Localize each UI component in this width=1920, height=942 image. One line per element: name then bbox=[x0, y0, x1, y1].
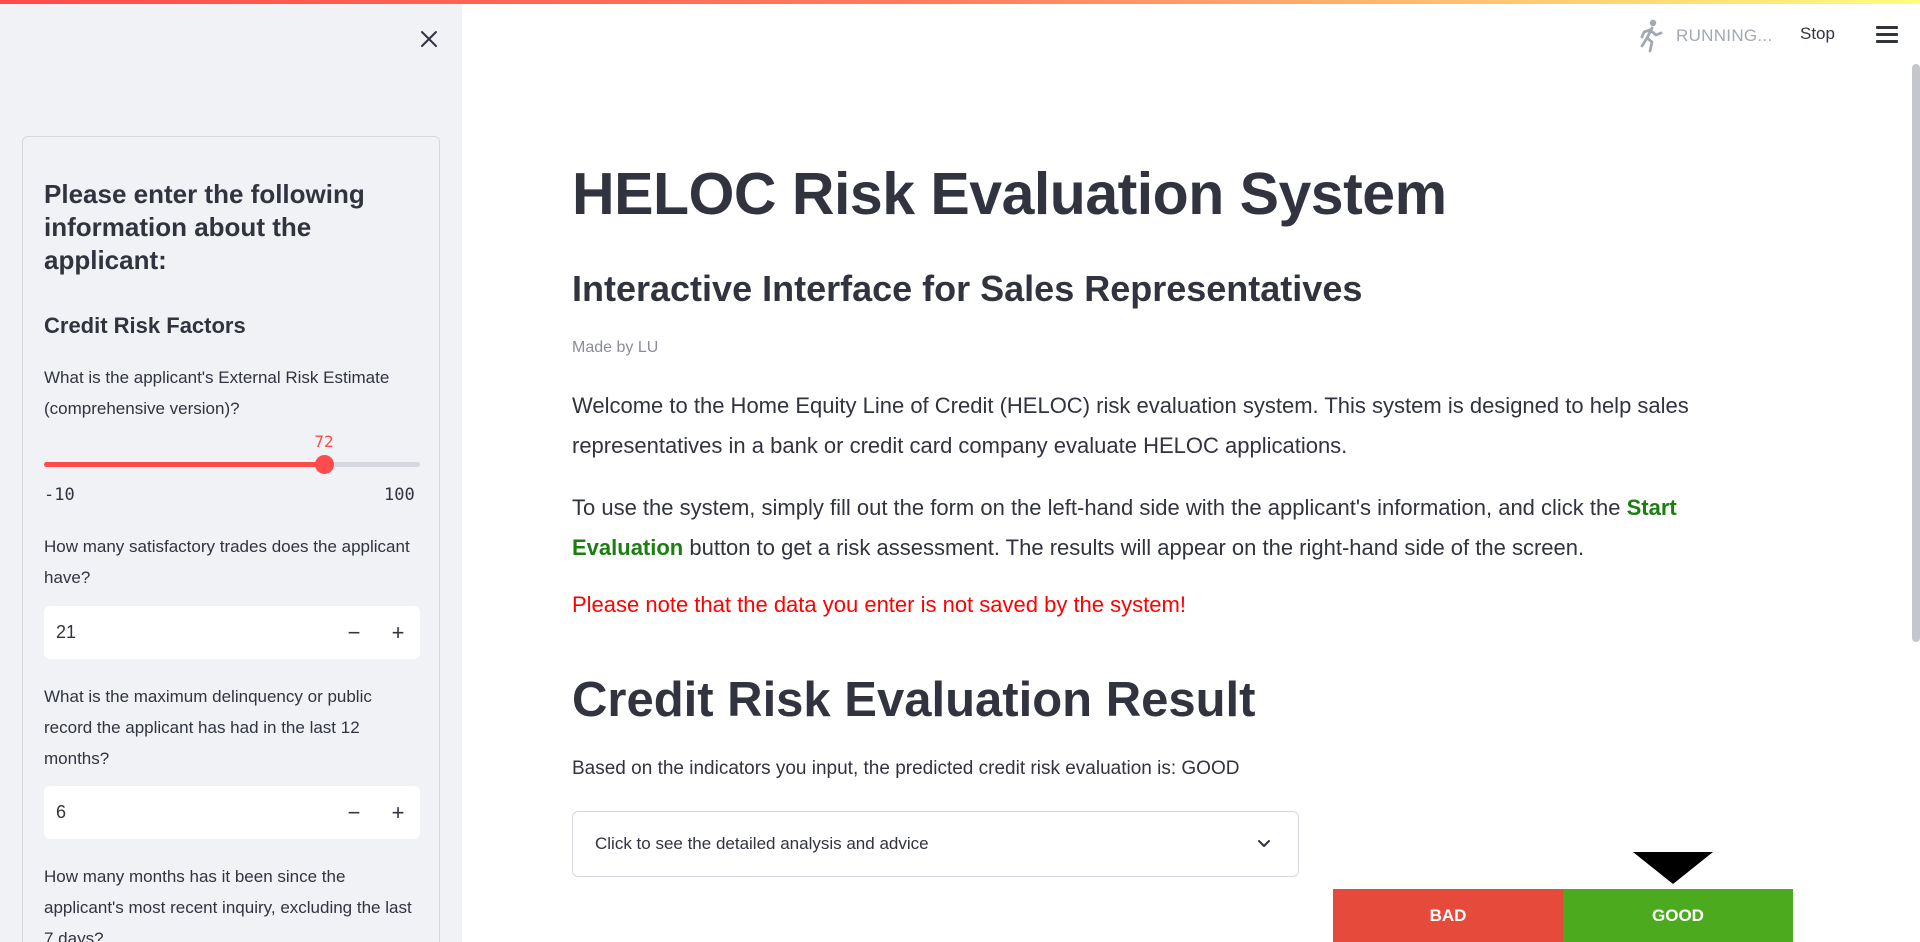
hamburger-icon-line bbox=[1876, 26, 1898, 29]
satisfactory-trades-label: How many satisfactory trades does the ap… bbox=[44, 537, 410, 587]
top-decoration-bar bbox=[0, 0, 1920, 4]
section-heading: Credit Risk Factors bbox=[44, 313, 246, 338]
sidebar-close-button[interactable] bbox=[414, 24, 444, 54]
slider-fill bbox=[44, 462, 324, 467]
risk-scale: BAD GOOD bbox=[1333, 889, 1793, 942]
analysis-expander[interactable]: Click to see the detailed analysis and a… bbox=[572, 811, 1299, 877]
decrement-button[interactable]: − bbox=[332, 786, 376, 839]
satisfactory-trades-stepper: − + bbox=[44, 606, 420, 659]
page-title: HELOC Risk Evaluation System bbox=[572, 161, 1447, 227]
form-heading: Please enter the following information a… bbox=[44, 179, 365, 275]
max-delinquency-stepper: − + bbox=[44, 786, 420, 839]
slider-value: 72 bbox=[314, 432, 334, 451]
intro-paragraph: Welcome to the Home Equity Line of Credi… bbox=[572, 393, 1689, 458]
increment-button[interactable]: + bbox=[376, 786, 420, 839]
sidebar: Please enter the following information a… bbox=[0, 0, 462, 942]
scrollbar[interactable] bbox=[1912, 64, 1920, 642]
result-text: Based on the indicators you input, the p… bbox=[572, 758, 1240, 779]
risk-indicator-pointer bbox=[1633, 852, 1713, 884]
slider-min-label: -10 bbox=[44, 485, 75, 505]
increment-button[interactable]: + bbox=[376, 606, 420, 659]
hamburger-icon-line bbox=[1876, 33, 1898, 36]
running-status: RUNNING... bbox=[1636, 18, 1773, 54]
satisfactory-trades-input[interactable] bbox=[56, 622, 256, 643]
risk-segment-bad: BAD bbox=[1333, 889, 1563, 942]
usage-text-after: button to get a risk assessment. The res… bbox=[683, 535, 1585, 560]
stop-button[interactable]: Stop bbox=[1800, 24, 1835, 44]
expander-label: Click to see the detailed analysis and a… bbox=[595, 834, 929, 853]
running-status-text: RUNNING... bbox=[1676, 26, 1773, 45]
decrement-button[interactable]: − bbox=[332, 606, 376, 659]
risk-segment-good: GOOD bbox=[1563, 889, 1793, 942]
author-caption: Made by LU bbox=[572, 339, 659, 356]
months-since-inquiry-label: How many months has it been since the ap… bbox=[44, 867, 412, 942]
usage-text-before: To use the system, simply fill out the f… bbox=[572, 495, 1627, 520]
result-heading: Credit Risk Evaluation Result bbox=[572, 673, 1256, 727]
max-delinquency-label: What is the maximum delinquency or publi… bbox=[44, 687, 372, 768]
usage-paragraph: To use the system, simply fill out the f… bbox=[572, 488, 1772, 568]
page-subtitle: Interactive Interface for Sales Represen… bbox=[572, 268, 1363, 309]
slider-max-label: 100 bbox=[384, 485, 415, 505]
chevron-down-icon bbox=[1258, 840, 1270, 847]
external-risk-slider[interactable]: 72 bbox=[44, 432, 420, 490]
privacy-note: Please note that the data you enter is n… bbox=[572, 592, 1186, 617]
external-risk-label: What is the applicant's External Risk Es… bbox=[44, 368, 390, 418]
slider-thumb[interactable] bbox=[315, 455, 334, 474]
running-man-icon bbox=[1640, 19, 1663, 53]
max-delinquency-input[interactable] bbox=[56, 802, 256, 823]
hamburger-icon-line bbox=[1876, 40, 1898, 43]
main-menu-button[interactable] bbox=[1874, 22, 1900, 48]
close-icon bbox=[421, 31, 437, 47]
